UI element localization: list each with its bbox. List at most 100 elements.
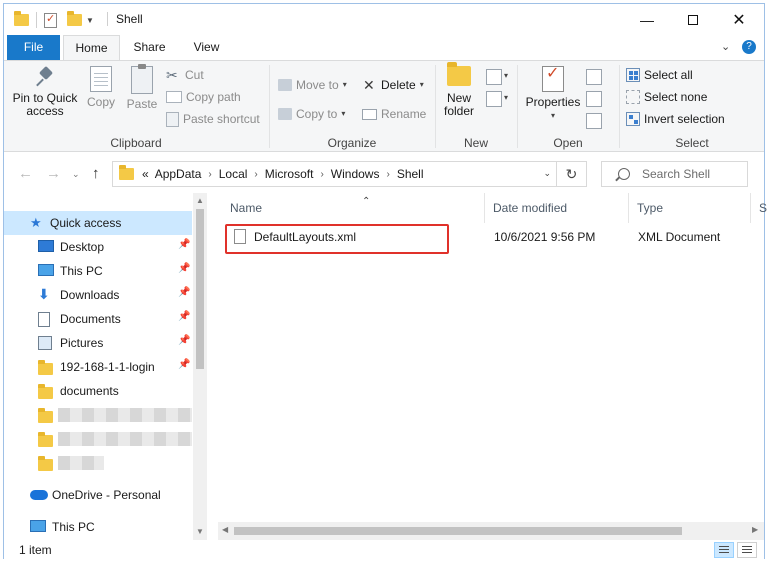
nav-item-onedrive[interactable]: OneDrive - Personal <box>4 483 192 507</box>
chevron-right-icon[interactable]: › <box>254 169 257 180</box>
new-folder-icon[interactable] <box>67 11 82 26</box>
scroll-down-icon[interactable]: ▼ <box>196 527 204 536</box>
folder-icon <box>38 408 53 423</box>
title-bar: ▼ Shell — ✕ <box>4 4 764 35</box>
history-icon[interactable] <box>586 113 602 129</box>
edit-icon[interactable] <box>586 91 602 107</box>
invert-selection-icon <box>626 112 640 126</box>
picture-icon <box>38 336 52 350</box>
tab-file[interactable]: File <box>7 35 60 60</box>
scroll-left-icon[interactable]: ◀ <box>222 525 228 534</box>
address-bar[interactable]: « AppData › Local › Microsoft › Windows … <box>112 161 587 187</box>
chevron-down-icon: ▾ <box>341 109 346 118</box>
folder-icon <box>38 432 53 447</box>
back-arrow-icon[interactable]: ← <box>18 165 33 182</box>
delete-button[interactable]: Delete ▾ <box>362 75 424 95</box>
rename-button[interactable]: Rename <box>362 104 426 124</box>
nav-item-this-pc-pinned[interactable]: This PC 📌 <box>4 259 192 283</box>
nav-item-redacted[interactable] <box>4 403 192 427</box>
nav-item-192-168-1-1-login[interactable]: 192-168-1-1-login 📌 <box>4 355 192 379</box>
copy-button[interactable]: Copy <box>84 66 118 109</box>
scroll-right-icon[interactable]: ▶ <box>752 525 758 534</box>
nav-item-documents-folder[interactable]: documents <box>4 379 192 403</box>
select-none-icon <box>626 90 640 104</box>
nav-item-desktop[interactable]: Desktop 📌 <box>4 235 192 259</box>
nav-item-redacted[interactable] <box>4 451 192 475</box>
column-header-size[interactable]: S <box>751 193 767 223</box>
select-none-button[interactable]: Select none <box>626 87 707 107</box>
properties-label: Properties <box>525 95 581 109</box>
minimize-ribbon-chevron-icon[interactable]: ⌄ <box>721 40 730 53</box>
paste-shortcut-icon <box>166 111 179 127</box>
move-to-button[interactable]: Move to ▾ <box>278 75 347 95</box>
tab-home[interactable]: Home <box>63 35 120 61</box>
tab-share[interactable]: Share <box>127 35 172 60</box>
close-button[interactable]: ✕ <box>716 4 762 35</box>
cut-button[interactable]: Cut <box>166 65 204 85</box>
copy-path-button[interactable]: Copy path <box>166 87 241 107</box>
nav-item-this-pc[interactable]: This PC <box>4 515 192 539</box>
help-icon[interactable]: ? <box>742 40 756 54</box>
chevron-down-icon[interactable]: ▾ <box>504 71 508 80</box>
open-icon[interactable] <box>586 69 602 85</box>
large-icons-view-icon[interactable] <box>737 542 757 558</box>
details-view-icon[interactable] <box>714 542 734 558</box>
paste-shortcut-button[interactable]: Paste shortcut <box>166 109 260 129</box>
copy-to-button[interactable]: Copy to ▾ <box>278 104 345 124</box>
chevron-right-icon[interactable]: › <box>320 169 323 180</box>
chevron-right-icon[interactable]: › <box>386 169 389 180</box>
tab-view[interactable]: View <box>184 35 229 60</box>
address-history-chevron-icon[interactable]: ⌄ <box>543 168 551 179</box>
properties-icon[interactable] <box>44 12 57 28</box>
nav-item-quick-access[interactable]: ★ Quick access <box>4 211 192 235</box>
copy-path-label: Copy path <box>186 90 241 104</box>
nav-pane-scrollbar[interactable]: ▲ ▼ <box>193 193 207 540</box>
redacted-label <box>58 432 192 446</box>
breadcrumb-shell[interactable]: Shell <box>397 167 424 181</box>
column-header-type[interactable]: Type <box>629 193 751 223</box>
file-list-scrollbar[interactable]: ◀ ▶ <box>218 522 764 540</box>
folder-icon <box>14 11 29 26</box>
rename-icon <box>362 108 377 120</box>
nav-item-documents[interactable]: Documents 📌 <box>4 307 192 331</box>
scrollbar-thumb[interactable] <box>196 209 204 369</box>
minimize-button[interactable]: — <box>624 4 670 35</box>
scroll-up-icon[interactable]: ▲ <box>196 196 204 205</box>
invert-selection-button[interactable]: Invert selection <box>626 109 725 129</box>
breadcrumb-appdata[interactable]: AppData <box>155 167 202 181</box>
nav-item-label: Downloads <box>60 288 120 302</box>
recent-locations-chevron-icon[interactable]: ⌄ <box>72 169 80 180</box>
new-item-icon[interactable] <box>486 69 502 85</box>
scrollbar-thumb[interactable] <box>234 527 682 535</box>
chevron-down-icon[interactable]: ▾ <box>504 93 508 102</box>
nav-item-downloads[interactable]: ⬇ Downloads 📌 <box>4 283 192 307</box>
forward-arrow-icon[interactable]: → <box>46 165 61 182</box>
paste-label: Paste <box>126 97 158 111</box>
ribbon-tabs: File Home Share View ⌄ ? <box>4 35 764 61</box>
search-box[interactable]: Search Shell <box>601 161 748 187</box>
refresh-icon[interactable]: ↻ <box>556 162 586 186</box>
up-arrow-icon[interactable]: ↑ <box>92 165 100 182</box>
breadcrumb-microsoft[interactable]: Microsoft <box>265 167 314 181</box>
column-header-date[interactable]: Date modified <box>485 193 629 223</box>
nav-item-redacted[interactable] <box>4 427 192 451</box>
easy-access-icon[interactable] <box>486 91 502 107</box>
title-divider <box>107 12 108 26</box>
breadcrumb-windows[interactable]: Windows <box>331 167 380 181</box>
select-all-button[interactable]: Select all <box>626 65 693 85</box>
breadcrumb-local[interactable]: Local <box>219 167 248 181</box>
customize-toolbar-chevron-icon[interactable]: ▼ <box>86 16 94 25</box>
column-header-name[interactable]: ⌃ Name <box>222 193 485 223</box>
cloud-icon <box>30 490 48 500</box>
chevron-right-icon[interactable]: › <box>208 169 211 180</box>
pin-to-quick-access-button[interactable]: Pin to Quick access <box>11 66 79 118</box>
maximize-button[interactable] <box>670 4 716 35</box>
nav-item-pictures[interactable]: Pictures 📌 <box>4 331 192 355</box>
new-folder-button[interactable]: New folder <box>442 62 476 118</box>
pin-icon: 📌 <box>178 239 191 250</box>
properties-button[interactable]: Properties ▾ <box>524 66 582 122</box>
paste-button[interactable]: Paste <box>124 64 160 111</box>
search-input[interactable]: Search Shell <box>642 167 710 181</box>
breadcrumb-overflow[interactable]: « <box>142 167 149 181</box>
pin-icon: 📌 <box>178 359 191 370</box>
